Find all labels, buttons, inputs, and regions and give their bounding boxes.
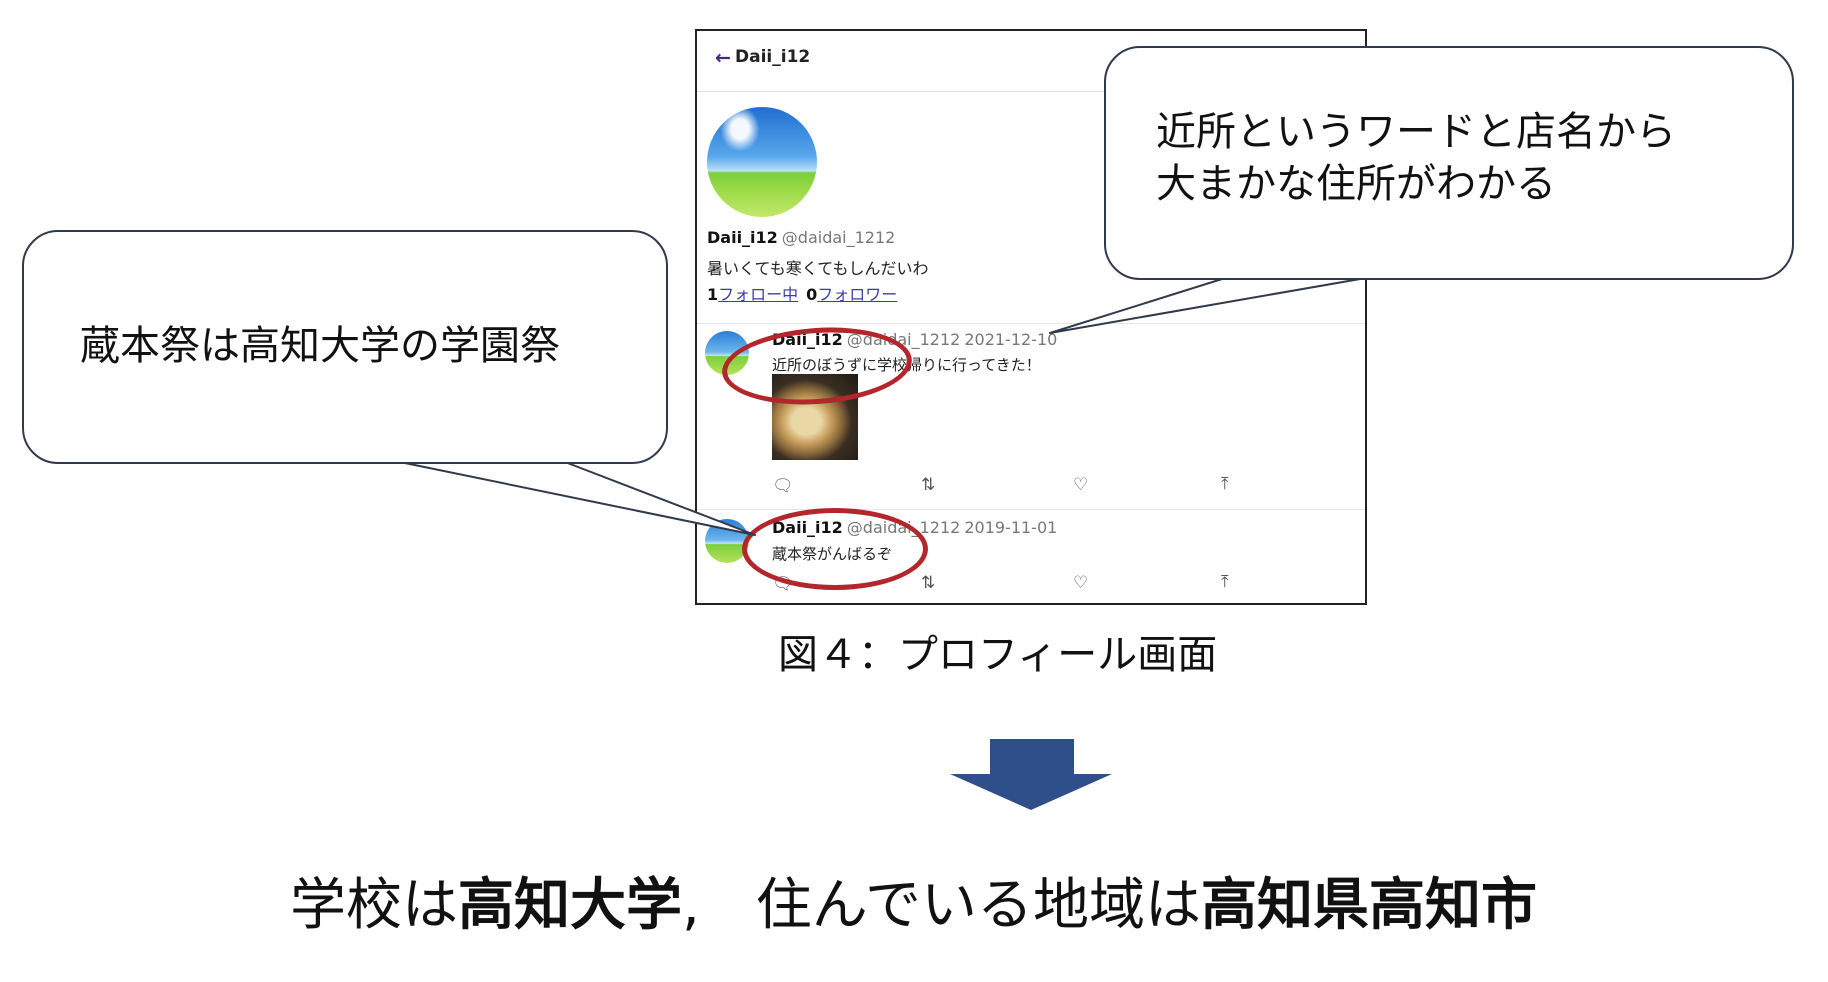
conclusion-part3: , 住んでいる地域は	[682, 873, 1202, 938]
callout-right-line2: 大まかな住所がわかる	[1156, 161, 1556, 207]
figure-caption: 図４：プロフィール画面	[778, 632, 1218, 678]
share-icon[interactable]: ⤒	[1221, 572, 1229, 592]
following-link[interactable]: フォロー中	[718, 285, 798, 304]
callout-right: 近所というワードと店名から 大まかな住所がわかる	[1104, 46, 1794, 280]
callout-left-text: 蔵本祭は高知大学の学園祭	[80, 323, 560, 369]
divider	[697, 509, 1365, 510]
conclusion-region: 高知県高知市	[1201, 873, 1538, 938]
callout-right-line1: 近所というワードと店名から	[1156, 109, 1676, 155]
profile-bio: 暑いくても寒くてもしんだいわ	[707, 259, 929, 278]
header-title: Daii_i12	[735, 47, 811, 67]
profile-handle: @daidai_1212	[781, 228, 896, 247]
heart-icon[interactable]: ♡	[1073, 573, 1088, 593]
avatar[interactable]	[707, 107, 817, 217]
followers-link[interactable]: フォロワー	[817, 285, 897, 304]
profile-name-line: Daii_i12 @daidai_1212	[707, 228, 895, 247]
tweet-date: 2021-12-10	[964, 330, 1058, 349]
share-icon[interactable]: ⤒	[1221, 474, 1229, 494]
profile-name: Daii_i12	[707, 228, 778, 247]
retweet-icon[interactable]: ⇅	[921, 573, 935, 593]
divider	[697, 323, 1365, 324]
conclusion-text: 学校は高知大学, 住んでいる地域は高知県高知市	[290, 860, 1537, 941]
tweet-date: 2019-11-01	[964, 518, 1058, 537]
arrow-left-icon[interactable]: ←	[715, 47, 731, 69]
heart-icon[interactable]: ♡	[1073, 475, 1088, 495]
callout-left: 蔵本祭は高知大学の学園祭	[22, 230, 668, 464]
followers-count: 0	[806, 285, 818, 304]
reply-icon[interactable]: 🗨	[772, 476, 794, 496]
following-count: 1	[707, 285, 719, 304]
conclusion-school: 高知大学	[458, 873, 682, 938]
highlight-ellipse	[742, 508, 928, 590]
retweet-icon[interactable]: ⇅	[921, 475, 935, 495]
down-arrow-icon	[950, 739, 1112, 810]
conclusion-part1: 学校は	[290, 873, 458, 938]
follow-stats: 1フォロー中 0フォロワー	[707, 281, 905, 305]
